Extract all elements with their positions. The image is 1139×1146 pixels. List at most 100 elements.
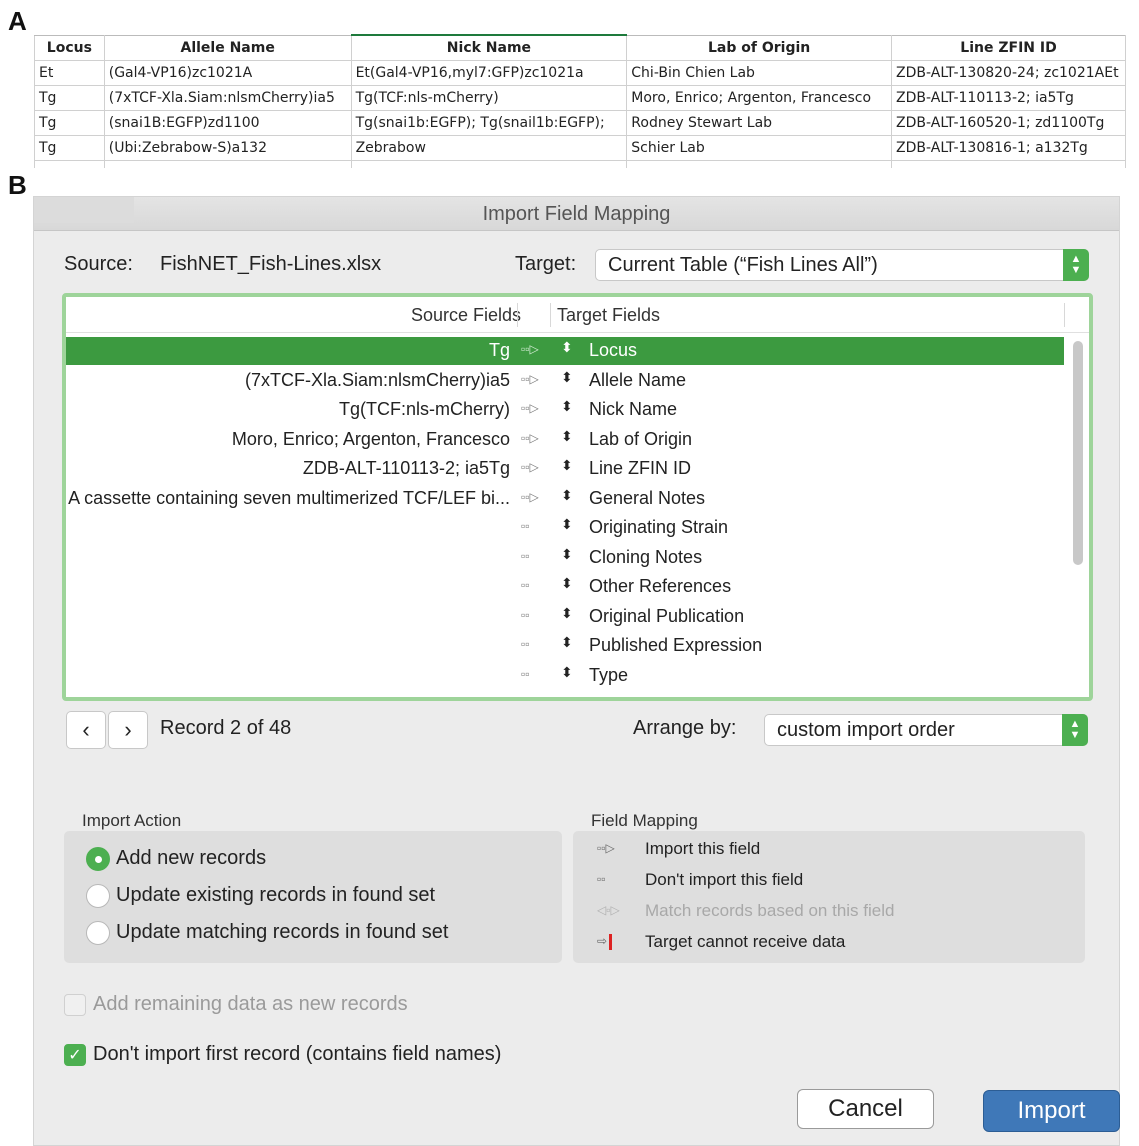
table-cell[interactable]: Rodney Stewart Lab: [626, 109, 893, 136]
table-row[interactable]: Tg (Ubi:Zebrabow-S)a132 Zebrabow Schier …: [34, 134, 1126, 161]
dialog-titlebar[interactable]: Import Field Mapping: [34, 197, 1119, 231]
radio-button[interactable]: [86, 921, 110, 945]
source-field-value: A cassette containing seven multimerized…: [68, 487, 510, 508]
mapping-row[interactable]: Tg(TCF:nls-mCherry) ▫▫▷ ⬍ Nick Name: [66, 396, 1064, 424]
table-cell[interactable]: Chi-Bin Chien Lab: [626, 59, 893, 86]
field-mapping-list[interactable]: Source Fields Target Fields Tg ▫▫▷ ⬍ Locus (…: [62, 293, 1093, 701]
mapping-row[interactable]: ZDB-ALT-110113-2; ia5Tg ▫▫▷ ⬍ Line ZFIN ID: [66, 455, 1064, 483]
target-field-name: General Notes: [589, 487, 706, 508]
target-field-name: Locus: [589, 340, 638, 360]
table-cell[interactable]: Tg: [34, 84, 105, 111]
select-stepper-icon[interactable]: ▲ ▼: [1062, 714, 1088, 746]
no-import-icon[interactable]: ▫▫: [521, 519, 545, 533]
next-record-button[interactable]: ›: [108, 711, 148, 749]
column-header-locus[interactable]: Locus: [34, 34, 105, 61]
target-field-name: Type: [589, 664, 629, 685]
table-cell[interactable]: Zebrabow: [350, 134, 628, 161]
table-row[interactable]: Tg (7xTCF-Xla.Siam:nlsmCherry)ia5 Tg(TCF…: [34, 84, 1126, 111]
table-cell[interactable]: Tg(snai1b:EGFP); Tg(snail1b:EGFP);: [350, 109, 628, 136]
reorder-handle-icon[interactable]: ⬍: [561, 634, 573, 651]
target-fields-header[interactable]: Target Fields: [557, 305, 660, 326]
mapping-row[interactable]: Moro, Enrico; Argenton, Francesco ▫▫▷ ⬍ Lab…: [66, 426, 1064, 454]
import-button[interactable]: Import: [983, 1090, 1120, 1132]
table-cell[interactable]: Moro, Enrico; Argenton, Francesco: [626, 84, 893, 111]
no-import-icon[interactable]: ▫▫: [521, 667, 545, 681]
arrange-by-select[interactable]: custom import order ▲ ▼: [764, 714, 1088, 746]
red-bar-icon: [609, 934, 613, 950]
arrange-by-label: Arrange by:: [633, 717, 737, 739]
table-cell[interactable]: Et(Gal4-VP16,myl7:GFP)zc1021a: [350, 59, 628, 86]
mapping-row[interactable]: ▫▫ ⬍ Originating Strain: [66, 514, 1064, 542]
mapping-row[interactable]: ▫▫ ⬍ Original Publication: [66, 603, 1064, 631]
add-remaining-checkbox[interactable]: [64, 994, 86, 1016]
target-table-select[interactable]: Current Table (“Fish Lines All”) ▲ ▼: [595, 249, 1089, 281]
spreadsheet: Locus Allele Name Nick Name Lab of Origi…: [34, 34, 1126, 168]
import-arrow-icon[interactable]: ▫▫▷: [521, 401, 545, 415]
target-field-name: Cloning Notes: [589, 546, 703, 567]
target-field-name: Nick Name: [589, 399, 678, 419]
table-cell[interactable]: Tg: [34, 134, 105, 161]
no-import-icon[interactable]: ▫▫: [521, 549, 545, 563]
no-import-icon[interactable]: ▫▫: [521, 578, 545, 592]
no-import-icon[interactable]: ▫▫: [521, 637, 545, 651]
import-arrow-icon[interactable]: ▫▫▷: [521, 460, 545, 474]
reorder-handle-icon[interactable]: ⬍: [561, 516, 573, 533]
radio-button[interactable]: [86, 884, 110, 908]
reorder-handle-icon[interactable]: ⬍: [561, 664, 573, 681]
table-cell[interactable]: Et: [34, 59, 105, 86]
reorder-handle-icon[interactable]: ⬍: [561, 428, 573, 445]
select-stepper-icon[interactable]: ▲ ▼: [1063, 249, 1089, 281]
table-cell[interactable]: ZDB-ALT-130816-1; a132Tg: [891, 134, 1126, 161]
scrollbar[interactable]: [1073, 341, 1083, 565]
mapping-row[interactable]: ▫▫ ⬍ Other References: [66, 573, 1064, 601]
mapping-row[interactable]: ▫▫ ⬍ Published Expression: [66, 632, 1064, 660]
import-arrow-icon[interactable]: ▫▫▷: [521, 372, 545, 386]
import-arrow-icon[interactable]: ▫▫▷: [521, 431, 545, 445]
reorder-handle-icon[interactable]: ⬍: [561, 339, 573, 356]
table-cell[interactable]: (snai1B:EGFP)zd1100: [103, 109, 352, 136]
target-field-name: Lab of Origin: [589, 428, 693, 449]
titlebar-tab-stub: [34, 197, 134, 223]
table-cell[interactable]: Tg(TCF:nls-mCherry): [350, 84, 628, 111]
mapping-row[interactable]: Tg ▫▫▷ ⬍ Locus: [66, 337, 1064, 365]
radio-button[interactable]: [86, 847, 110, 871]
mapping-row[interactable]: ▫▫ ⬍ Cloning Notes: [66, 544, 1064, 572]
table-cell[interactable]: ZDB-ALT-110113-2; ia5Tg: [891, 84, 1126, 111]
mapping-row[interactable]: (7xTCF-Xla.Siam:nlsmCherry)ia5 ▫▫▷ ⬍ Allele…: [66, 367, 1064, 395]
table-cell[interactable]: (Ubi:Zebrabow-S)a132: [103, 134, 352, 161]
reorder-handle-icon[interactable]: ⬍: [561, 605, 573, 622]
reorder-handle-icon[interactable]: ⬍: [561, 369, 573, 386]
header-divider: [550, 303, 551, 327]
previous-record-button[interactable]: ‹: [66, 711, 106, 749]
column-header-allele-name[interactable]: Allele Name: [103, 34, 352, 61]
field-mapping-legend: ▫▫▷ Import this field ▫▫ Don't import th…: [573, 831, 1085, 963]
reorder-handle-icon[interactable]: ⬍: [561, 575, 573, 592]
skip-first-record-checkbox[interactable]: ✓: [64, 1044, 86, 1066]
table-cell[interactable]: Schier Lab: [626, 134, 893, 161]
import-arrow-icon[interactable]: ▫▫▷: [521, 342, 545, 356]
table-row[interactable]: Et (Gal4-VP16)zc1021A Et(Gal4-VP16,myl7:…: [34, 59, 1126, 86]
mapping-row[interactable]: A cassette containing seven multimerized…: [66, 485, 1064, 513]
chevron-right-icon: ›: [124, 717, 132, 742]
cancel-button[interactable]: Cancel: [797, 1089, 934, 1129]
chevron-left-icon: ‹: [82, 717, 90, 742]
mapping-row[interactable]: ▫▫ ⬍ Type: [66, 662, 1064, 690]
column-header-lab-of-origin[interactable]: Lab of Origin: [626, 34, 893, 61]
table-cell[interactable]: (Gal4-VP16)zc1021A: [103, 59, 352, 86]
table-cell[interactable]: ZDB-ALT-130820-24; zc1021AEt: [891, 59, 1126, 86]
reorder-handle-icon[interactable]: ⬍: [561, 546, 573, 563]
checkmark-icon: ✓: [68, 1047, 82, 1064]
source-fields-header[interactable]: Source Fields: [411, 305, 521, 326]
table-row[interactable]: Tg (snai1B:EGFP)zd1100 Tg(snai1b:EGFP); …: [34, 109, 1126, 136]
import-arrow-icon[interactable]: ▫▫▷: [521, 490, 545, 504]
table-cell[interactable]: (7xTCF-Xla.Siam:nlsmCherry)ia5: [103, 84, 352, 111]
table-cell[interactable]: ZDB-ALT-160520-1; zd1100Tg: [891, 109, 1126, 136]
reorder-handle-icon[interactable]: ⬍: [561, 457, 573, 474]
table-cell[interactable]: Tg: [34, 109, 105, 136]
no-import-icon: ▫▫: [597, 872, 606, 886]
no-import-icon[interactable]: ▫▫: [521, 608, 545, 622]
reorder-handle-icon[interactable]: ⬍: [561, 398, 573, 415]
column-header-line-zfin-id[interactable]: Line ZFIN ID: [891, 34, 1126, 61]
column-header-nick-name[interactable]: Nick Name: [350, 34, 628, 61]
reorder-handle-icon[interactable]: ⬍: [561, 487, 573, 504]
